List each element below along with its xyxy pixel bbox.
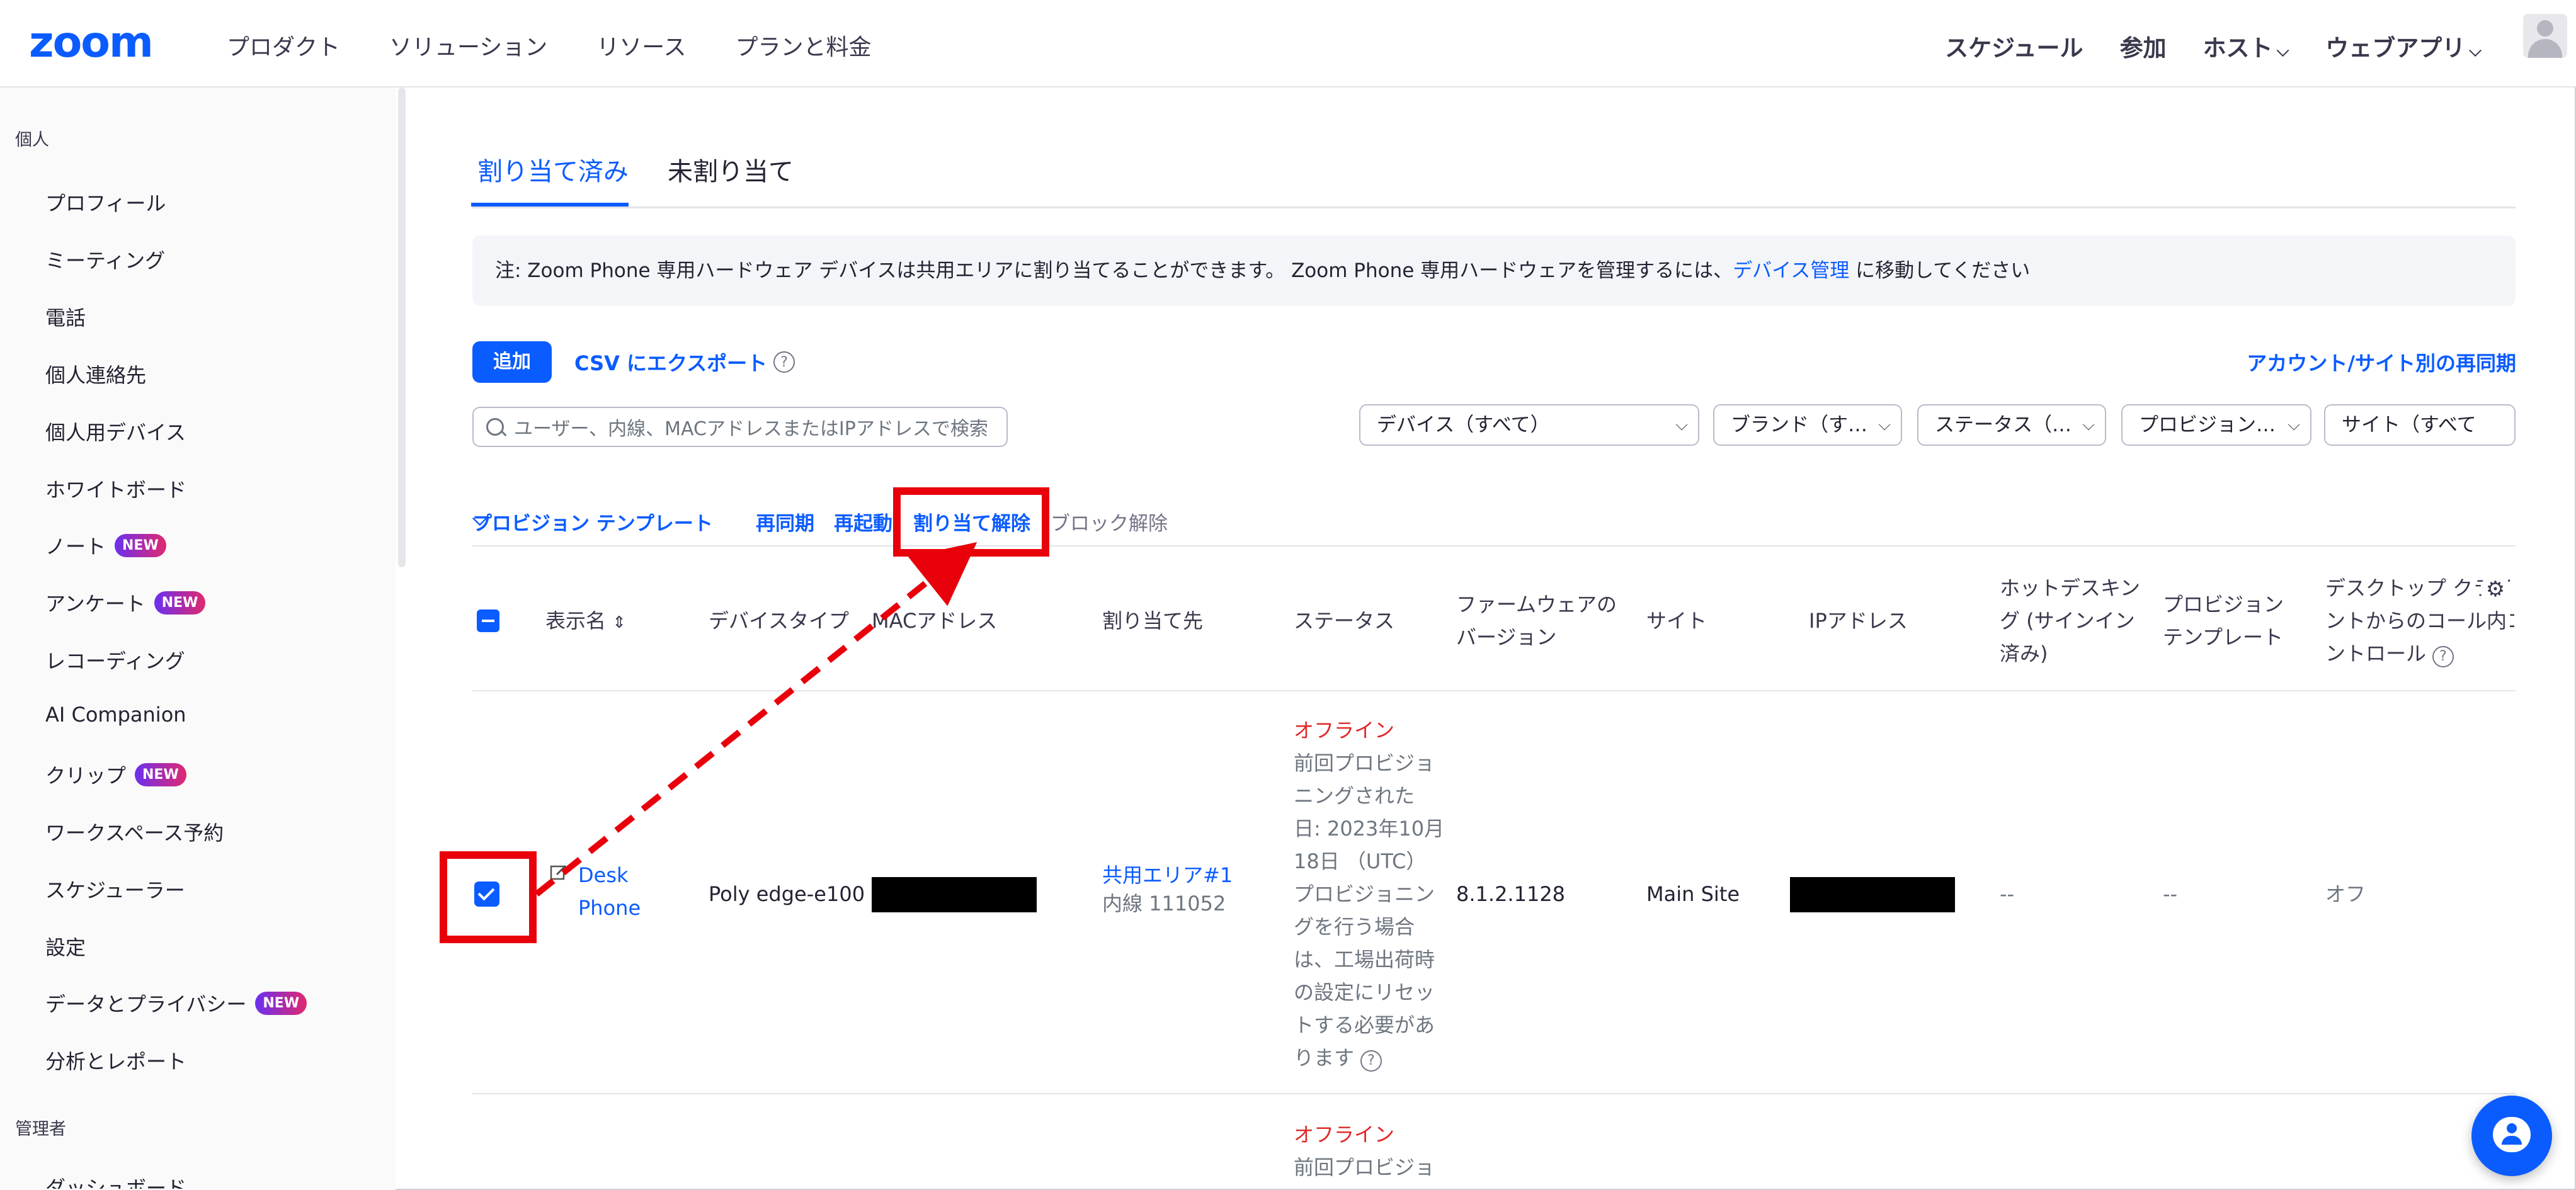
annotation-arrow — [534, 542, 977, 897]
chat-bot-icon — [2493, 1117, 2531, 1152]
chat-support-button[interactable] — [2471, 1096, 2552, 1176]
